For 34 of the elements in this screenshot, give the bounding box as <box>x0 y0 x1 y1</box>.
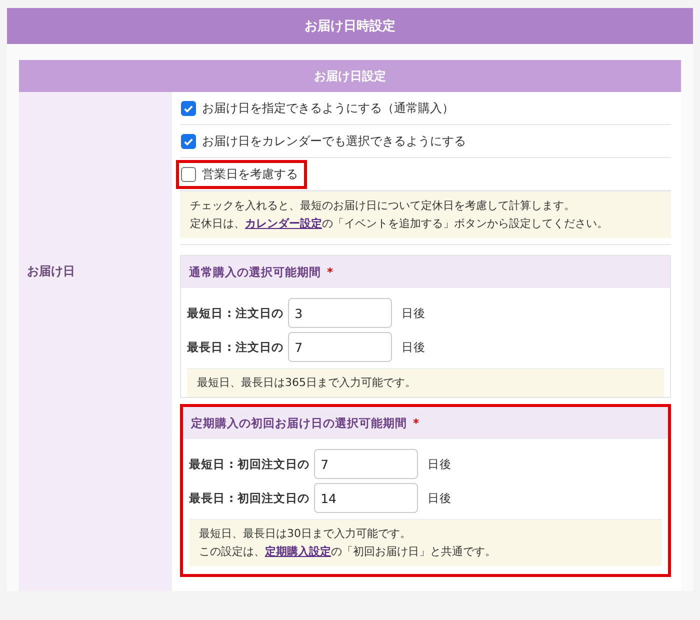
checkbox[interactable] <box>181 134 196 148</box>
page-title: お届け日時設定 <box>7 8 693 44</box>
section-title: 定期購入の初回お届け日の選択可能期間 <box>191 416 407 430</box>
checkbox[interactable] <box>181 100 196 116</box>
required-mark: * <box>327 265 334 279</box>
note-text: この設定は、 <box>199 545 265 558</box>
note-text: の「イベントを追加する」ボタンから設定してください。 <box>322 217 608 230</box>
section-title: 通常購入の選択可能期間 <box>189 264 321 280</box>
note-text: 最短日、最長日は30日まで入力可能です。 <box>199 527 411 540</box>
required-mark: * <box>413 416 420 430</box>
field-label: 最短日 : 注文日の <box>187 306 284 320</box>
note-text: チェックを入れると、最短のお届け日について定休日を考慮して計算します。 <box>190 199 575 212</box>
unit-text: 日後 <box>402 306 426 320</box>
checkbox-option[interactable]: お届け日を指定できるようにする（通常購入） <box>176 94 463 122</box>
field-label: 最短日 : 初回注文日の <box>189 456 310 472</box>
days-input[interactable]: 7 <box>314 449 418 479</box>
unit-text: 日後 <box>402 340 426 354</box>
field-label: 最長日 : 注文日の <box>187 340 284 354</box>
checkbox-option[interactable]: 営業日を考慮する <box>176 160 307 188</box>
note-text: 最短日、最長日は365日まで入力可能です。 <box>197 376 416 389</box>
panel-header: お届け日設定 <box>19 60 681 92</box>
unit-text: 日後 <box>428 456 452 472</box>
days-input[interactable]: 3 <box>288 298 392 328</box>
field-label: お届け日 <box>27 263 75 280</box>
days-input[interactable]: 14 <box>314 483 418 513</box>
days-input[interactable]: 7 <box>288 332 392 362</box>
checkbox[interactable] <box>181 166 196 182</box>
note-text: の「初回お届け日」と共通です。 <box>331 545 496 558</box>
field-label: 最長日 : 初回注文日の <box>189 490 310 506</box>
settings-link[interactable]: カレンダー設定 <box>245 217 322 230</box>
unit-text: 日後 <box>428 490 452 506</box>
settings-link[interactable]: 定期購入設定 <box>265 545 331 558</box>
note-text: 定休日は、 <box>190 217 245 230</box>
checkbox-option[interactable]: お届け日をカレンダーでも選択できるようにする <box>176 126 475 156</box>
